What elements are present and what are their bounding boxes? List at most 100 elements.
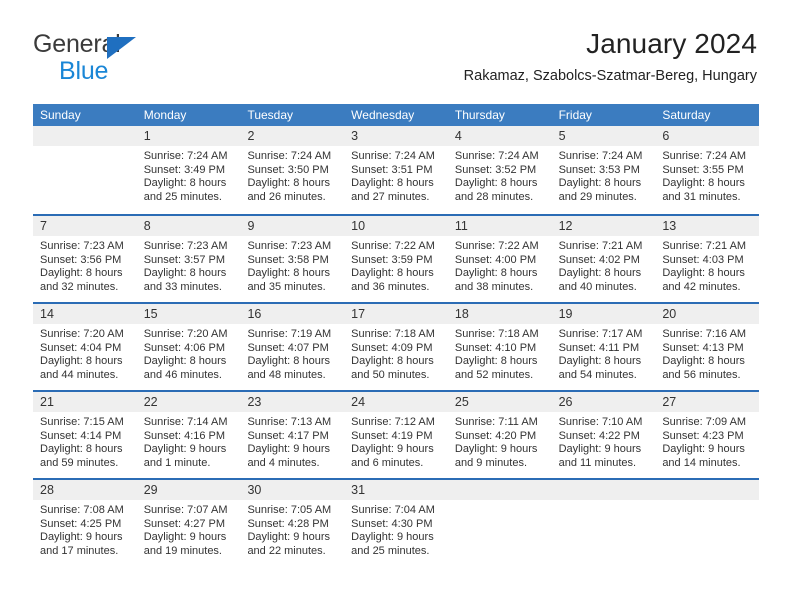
day-cell-5[interactable]: 5 Sunrise: 7:24 AM Sunset: 3:53 PM Daylight… — [551, 126, 656, 214]
calendar-week-row: 21 Sunrise: 7:15 AM Sunset: 4:14 PM Dayligh… — [33, 390, 760, 478]
day-details — [33, 146, 137, 150]
day-number: 4 — [454, 129, 462, 143]
day-cell-8[interactable]: 8 Sunrise: 7:23 AM Sunset: 3:57 PM Daylight… — [136, 216, 241, 302]
day-details: Sunrise: 7:22 AM Sunset: 3:59 PM Daylight:… — [344, 236, 448, 294]
day-cell-7[interactable]: 7 Sunrise: 7:23 AM Sunset: 3:56 PM Daylight… — [33, 216, 137, 302]
daylight-duration-line1: Daylight: 8 hours — [40, 443, 123, 456]
day-cell-4[interactable]: 4 Sunrise: 7:24 AM Sunset: 3:52 PM Daylight… — [447, 126, 552, 214]
day-cell-19[interactable]: 19 Sunrise: 7:17 AM Sunset: 4:11 PM Dayligh… — [551, 304, 656, 390]
day-cell-25[interactable]: 25 Sunrise: 7:11 AM Sunset: 4:20 PM Dayligh… — [447, 392, 552, 478]
sunset-time: Sunset: 4:22 PM — [558, 429, 640, 442]
day-number: 1 — [143, 129, 151, 143]
day-cell-13[interactable]: 13 Sunrise: 7:21 AM Sunset: 4:03 PM Dayligh… — [655, 216, 760, 302]
daylight-duration-line2: and 19 minutes. — [143, 544, 222, 557]
day-cell-1[interactable]: 1 Sunrise: 7:24 AM Sunset: 3:49 PM Daylight… — [136, 126, 241, 214]
day-cell-27[interactable]: 27 Sunrise: 7:09 AM Sunset: 4:23 PM Dayligh… — [655, 392, 760, 478]
day-number-band: 30 — [240, 480, 345, 500]
day-cell-29[interactable]: 29 Sunrise: 7:07 AM Sunset: 4:27 PM Dayligh… — [136, 480, 241, 566]
day-number: 15 — [143, 307, 158, 321]
calendar-week-row: 7 Sunrise: 7:23 AM Sunset: 3:56 PM Daylight… — [33, 214, 760, 302]
day-cell-9[interactable]: 9 Sunrise: 7:23 AM Sunset: 3:58 PM Daylight… — [240, 216, 345, 302]
day-cell-23[interactable]: 23 Sunrise: 7:13 AM Sunset: 4:17 PM Dayligh… — [240, 392, 345, 478]
day-cell-14[interactable]: 14 Sunrise: 7:20 AM Sunset: 4:04 PM Dayligh… — [33, 304, 137, 390]
sunset-time: Sunset: 4:11 PM — [558, 341, 640, 354]
daylight-duration-line2: and 59 minutes. — [40, 456, 119, 469]
day-cell-empty — [551, 480, 656, 566]
daylight-duration-line1: Daylight: 8 hours — [662, 355, 745, 368]
sunset-time: Sunset: 4:19 PM — [351, 429, 433, 442]
sunrise-time: Sunrise: 7:24 AM — [454, 150, 539, 162]
sunset-time: Sunset: 4:17 PM — [247, 429, 329, 442]
daylight-duration-line1: Daylight: 8 hours — [40, 267, 123, 280]
day-cell-30[interactable]: 30 Sunrise: 7:05 AM Sunset: 4:28 PM Dayligh… — [240, 480, 345, 566]
sunset-time: Sunset: 4:03 PM — [662, 253, 744, 266]
weekday-header-sunday: Sunday — [40, 108, 81, 122]
sunrise-time: Sunrise: 7:13 AM — [247, 416, 332, 428]
sunrise-time: Sunrise: 7:09 AM — [662, 416, 747, 428]
day-cell-2[interactable]: 2 Sunrise: 7:24 AM Sunset: 3:50 PM Daylight… — [240, 126, 345, 214]
day-number: 10 — [351, 219, 366, 233]
daylight-duration-line1: Daylight: 9 hours — [247, 443, 330, 456]
day-cell-18[interactable]: 18 Sunrise: 7:18 AM Sunset: 4:10 PM Dayligh… — [447, 304, 552, 390]
day-cell-10[interactable]: 10 Sunrise: 7:22 AM Sunset: 3:59 PM Dayligh… — [344, 216, 448, 302]
day-cell-17[interactable]: 17 Sunrise: 7:18 AM Sunset: 4:09 PM Dayligh… — [344, 304, 448, 390]
weekday-header-row: Sunday Monday Tuesday Wednesday Thursday Frid… — [33, 104, 759, 126]
daylight-duration-line1: Daylight: 9 hours — [143, 531, 227, 544]
sunset-time: Sunset: 4:06 PM — [143, 341, 226, 354]
day-number-band: 28 — [33, 480, 137, 500]
day-cell-31[interactable]: 31 Sunrise: 7:04 AM Sunset: 4:30 PM Dayligh… — [344, 480, 448, 566]
sunrise-time: Sunrise: 7:05 AM — [247, 504, 332, 516]
day-cell-12[interactable]: 12 Sunrise: 7:21 AM Sunset: 4:02 PM Dayligh… — [551, 216, 656, 302]
day-cell-26[interactable]: 26 Sunrise: 7:10 AM Sunset: 4:22 PM Dayligh… — [551, 392, 656, 478]
day-number-band — [655, 480, 760, 500]
day-number-band: 23 — [240, 392, 345, 412]
day-details: Sunrise: 7:05 AM Sunset: 4:28 PM Daylight:… — [240, 500, 344, 558]
day-cell-16[interactable]: 16 Sunrise: 7:19 AM Sunset: 4:07 PM Dayligh… — [240, 304, 345, 390]
sunrise-time: Sunrise: 7:23 AM — [247, 240, 332, 252]
sunrise-time: Sunrise: 7:18 AM — [454, 328, 539, 340]
day-cell-20[interactable]: 20 Sunrise: 7:16 AM Sunset: 4:13 PM Dayligh… — [655, 304, 760, 390]
sunrise-time: Sunrise: 7:24 AM — [351, 150, 435, 162]
daylight-duration-line1: Daylight: 8 hours — [351, 177, 434, 190]
day-number-band: 19 — [551, 304, 656, 324]
sunrise-time: Sunrise: 7:07 AM — [143, 504, 228, 516]
day-number: 23 — [247, 395, 262, 409]
daylight-duration-line1: Daylight: 8 hours — [351, 355, 434, 368]
sunrise-time: Sunrise: 7:18 AM — [351, 328, 435, 340]
day-number: 18 — [454, 307, 469, 321]
daylight-duration-line2: and 29 minutes. — [558, 190, 637, 203]
sunrise-time: Sunrise: 7:11 AM — [454, 416, 538, 428]
day-details: Sunrise: 7:20 AM Sunset: 4:06 PM Daylight:… — [137, 324, 241, 382]
sunrise-time: Sunrise: 7:20 AM — [143, 328, 228, 340]
daylight-duration-line1: Daylight: 8 hours — [454, 177, 538, 190]
daylight-duration-line2: and 4 minutes. — [247, 456, 320, 469]
day-number-band: 13 — [655, 216, 760, 236]
day-number-band: 18 — [447, 304, 552, 324]
day-cell-22[interactable]: 22 Sunrise: 7:14 AM Sunset: 4:16 PM Dayligh… — [136, 392, 241, 478]
day-number: 14 — [40, 307, 54, 321]
daylight-duration-line1: Daylight: 9 hours — [351, 531, 434, 544]
sunset-time: Sunset: 4:14 PM — [40, 429, 122, 442]
day-cell-11[interactable]: 11 Sunrise: 7:22 AM Sunset: 4:00 PM Dayligh… — [447, 216, 552, 302]
day-cell-3[interactable]: 3 Sunrise: 7:24 AM Sunset: 3:51 PM Daylight… — [344, 126, 448, 214]
day-cell-21[interactable]: 21 Sunrise: 7:15 AM Sunset: 4:14 PM Dayligh… — [33, 392, 137, 478]
daylight-duration-line1: Daylight: 9 hours — [40, 531, 123, 544]
day-number: 16 — [247, 307, 262, 321]
day-details: Sunrise: 7:18 AM Sunset: 4:10 PM Daylight:… — [448, 324, 552, 382]
daylight-duration-line1: Daylight: 8 hours — [454, 355, 538, 368]
daylight-duration-line1: Daylight: 8 hours — [247, 177, 330, 190]
day-number-band: 31 — [344, 480, 448, 500]
sunset-time: Sunset: 3:53 PM — [558, 163, 640, 176]
day-number: 30 — [247, 483, 262, 497]
daylight-duration-line1: Daylight: 8 hours — [247, 355, 330, 368]
day-cell-24[interactable]: 24 Sunrise: 7:12 AM Sunset: 4:19 PM Dayligh… — [344, 392, 448, 478]
sunrise-time: Sunrise: 7:23 AM — [143, 240, 228, 252]
day-cell-15[interactable]: 15 Sunrise: 7:20 AM Sunset: 4:06 PM Dayligh… — [136, 304, 241, 390]
day-details: Sunrise: 7:21 AM Sunset: 4:02 PM Daylight:… — [552, 236, 656, 294]
day-cell-28[interactable]: 28 Sunrise: 7:08 AM Sunset: 4:25 PM Dayligh… — [33, 480, 137, 566]
day-details: Sunrise: 7:24 AM Sunset: 3:53 PM Daylight:… — [552, 146, 656, 204]
sunset-time: Sunset: 3:51 PM — [351, 163, 433, 176]
day-details: Sunrise: 7:22 AM Sunset: 4:00 PM Daylight:… — [448, 236, 552, 294]
day-cell-6[interactable]: 6 Sunrise: 7:24 AM Sunset: 3:55 PM Daylight… — [655, 126, 760, 214]
daylight-duration-line1: Daylight: 8 hours — [143, 177, 227, 190]
